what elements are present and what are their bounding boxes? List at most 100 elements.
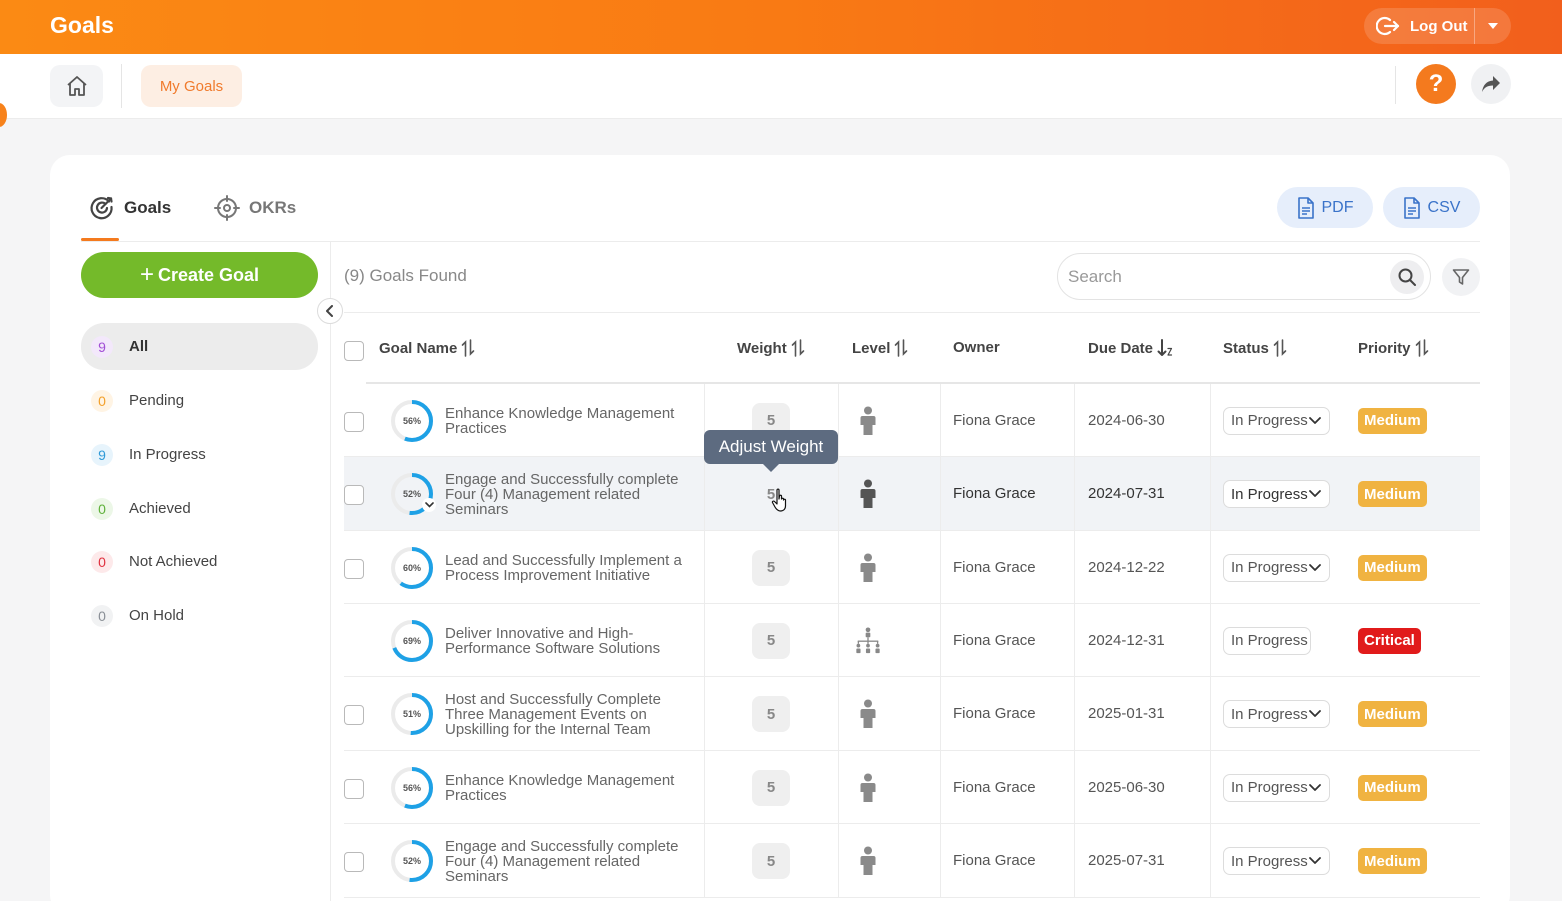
hand-pointer-cursor-icon [771, 488, 787, 512]
create-goal-button[interactable]: + Create Goal [81, 252, 318, 298]
goal-name-link[interactable]: Host and Successfully Complete Three Man… [445, 692, 695, 737]
table-row[interactable]: 52% Engage and Successfully complete Four… [344, 824, 1480, 898]
col-due-date: Due Date [1088, 339, 1154, 357]
goal-name-link[interactable]: Lead and Successfully Implement a Proces… [445, 553, 695, 583]
col-priority: Priority [1358, 339, 1411, 357]
sort-icon [1415, 339, 1428, 357]
priority-badge: Critical [1358, 627, 1421, 654]
divider [838, 384, 839, 457]
divider [704, 751, 705, 824]
row-checkbox[interactable] [344, 558, 364, 579]
status-select[interactable]: In Progress [1223, 847, 1330, 875]
due-date: 2025-01-31 [1088, 705, 1165, 722]
filter-in-progress[interactable]: 9 In Progress [81, 431, 318, 478]
owner-name: Fiona Grace [953, 778, 1036, 796]
filter-achieved[interactable]: 0 Achieved [81, 485, 318, 532]
share-button[interactable] [1471, 64, 1511, 104]
weight-button[interactable]: 5 [752, 622, 790, 659]
divider [1395, 66, 1396, 104]
goal-name-link[interactable]: Deliver Innovative and High-Performance … [445, 626, 695, 656]
search-input[interactable] [1068, 264, 1368, 290]
divider [940, 604, 941, 677]
weight-button[interactable]: 5 [752, 843, 790, 879]
filter-all[interactable]: 9 All [81, 323, 318, 370]
table-row[interactable]: 52% Engage and Successfully complete Four… [344, 457, 1480, 531]
expand-chevron-icon[interactable] [422, 498, 436, 512]
sort-icon [1273, 339, 1287, 357]
divider [1210, 604, 1211, 677]
select-all-checkbox[interactable] [344, 341, 364, 361]
owner-name: Fiona Grace [953, 852, 1036, 869]
weight-button[interactable]: 5 [752, 549, 790, 586]
progress-ring: 52% [390, 472, 436, 516]
divider [81, 241, 1480, 242]
search-button[interactable] [1390, 260, 1424, 294]
filter-label: All [129, 338, 149, 355]
org-hierarchy-icon [854, 625, 882, 657]
progress-percent: 52% [402, 856, 421, 866]
filter-count-badge: 9 [91, 443, 113, 466]
owner-name: Fiona Grace [953, 411, 1036, 429]
filter-label: Achieved [129, 500, 191, 517]
sort-goal-name[interactable]: Goal Name [379, 339, 475, 357]
weight-button[interactable]: 5 [752, 769, 790, 806]
logout-button[interactable]: Log Out [1364, 8, 1474, 44]
row-checkbox[interactable] [344, 778, 364, 799]
user-menu-caret[interactable] [1475, 8, 1511, 44]
filter-not-achieved[interactable]: 0 Not Achieved [81, 538, 318, 585]
status-select[interactable]: In Progress [1223, 773, 1330, 802]
filter-label: In Progress [129, 446, 206, 463]
table-row[interactable]: 60% Lead and Successfully Implement a Pro… [344, 531, 1480, 604]
filter-pending[interactable]: 0 Pending [81, 377, 318, 424]
table-row[interactable]: 56% Enhance Knowledge Management Practice… [344, 751, 1480, 824]
sort-priority[interactable]: Priority [1358, 339, 1429, 357]
divider [704, 604, 705, 677]
tab-goals[interactable]: Goals [89, 195, 171, 221]
sort-weight[interactable]: Weight [737, 339, 805, 357]
table-row[interactable]: 56% Enhance Knowledge Management Practice… [344, 384, 1480, 457]
sort-descending-icon [1157, 339, 1173, 356]
breadcrumb-my-goals[interactable]: My Goals [141, 65, 242, 107]
table-row[interactable]: 51% Host and Successfully Complete Three … [344, 677, 1480, 751]
divider [1074, 531, 1075, 604]
col-status: Status [1223, 339, 1269, 357]
help-button[interactable]: ? [1416, 64, 1456, 104]
export-csv-button[interactable]: CSV [1383, 187, 1480, 228]
status-select[interactable]: In Progress [1223, 480, 1330, 508]
divider [1074, 677, 1075, 751]
person-icon [854, 478, 882, 510]
sort-level[interactable]: Level [852, 339, 908, 357]
home-button[interactable] [50, 65, 103, 107]
sort-status[interactable]: Status [1223, 339, 1287, 357]
tab-okrs[interactable]: OKRs [214, 195, 296, 221]
divider [838, 824, 839, 898]
sort-due-date[interactable]: Due Date [1088, 339, 1173, 357]
filter-funnel-icon [1452, 269, 1470, 285]
goal-name-link[interactable]: Enhance Knowledge Management Practices [445, 406, 695, 436]
row-checkbox[interactable] [344, 852, 364, 872]
owner-name: Fiona Grace [953, 485, 1036, 502]
due-date: 2025-07-31 [1088, 852, 1165, 869]
table-row[interactable]: 69% Deliver Innovative and High-Performan… [344, 604, 1480, 677]
row-checkbox[interactable] [344, 485, 364, 505]
export-pdf-button[interactable]: PDF [1277, 187, 1373, 228]
status-value: In Progress [1231, 485, 1308, 503]
goal-name-link[interactable]: Engage and Successfully complete Four (4… [445, 472, 695, 517]
divider [940, 457, 941, 531]
filter-button[interactable] [1442, 258, 1480, 296]
target-arrow-icon [90, 196, 113, 220]
goal-name-link[interactable]: Engage and Successfully complete Four (4… [445, 839, 695, 884]
export-csv-label: CSV [1427, 198, 1461, 216]
weight-button[interactable]: 5 [752, 696, 790, 732]
row-checkbox[interactable] [344, 705, 364, 725]
due-date: 2024-12-22 [1088, 558, 1165, 576]
filter-count-badge: 0 [91, 550, 113, 573]
collapse-sidebar-button[interactable] [317, 298, 343, 324]
status-select[interactable]: In Progress [1223, 553, 1330, 582]
status-value: In Progress [1231, 705, 1308, 723]
filter-on-hold[interactable]: 0 On Hold [81, 592, 318, 639]
goal-name-link[interactable]: Enhance Knowledge Management Practices [445, 773, 695, 803]
row-checkbox[interactable] [344, 411, 364, 432]
status-select[interactable]: In Progress [1223, 700, 1330, 728]
status-select[interactable]: In Progress [1223, 406, 1330, 435]
